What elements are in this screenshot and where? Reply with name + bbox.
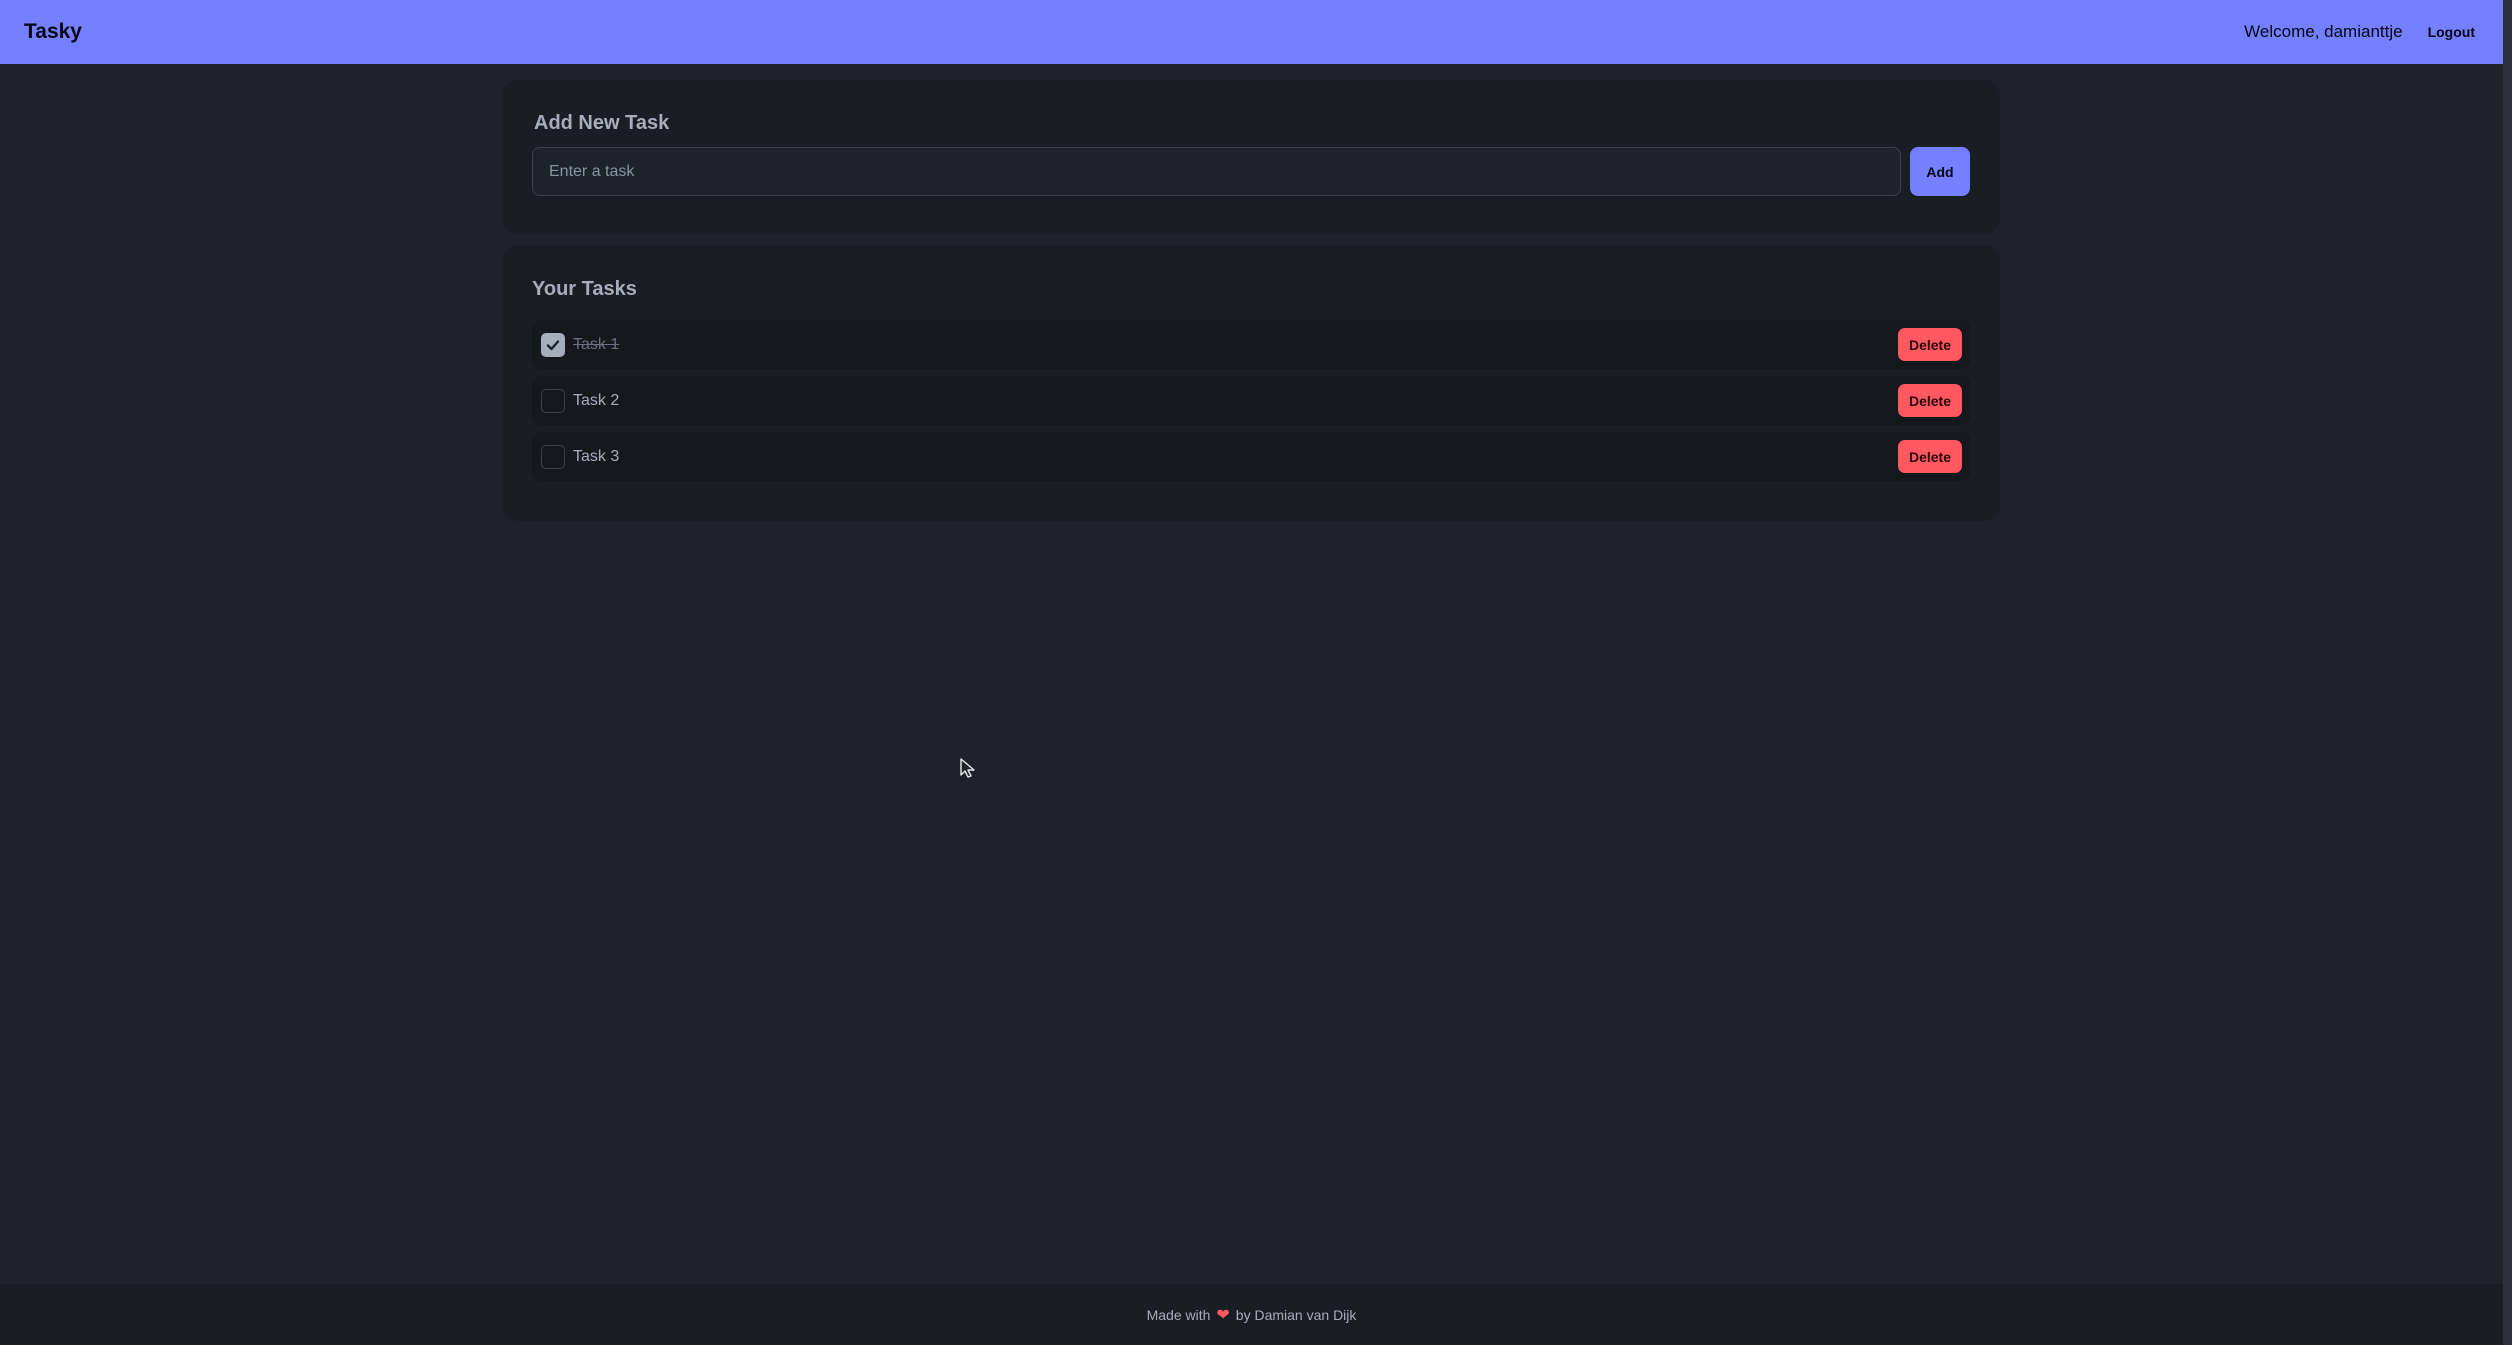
logout-button[interactable]: Logout — [2424, 18, 2479, 46]
tasks-title: Your Tasks — [532, 278, 637, 300]
add-task-card: Add New Task Add — [502, 80, 2000, 234]
task-label: Task 1 — [573, 335, 620, 353]
task-label: Task 2 — [573, 391, 620, 409]
task-checkbox[interactable] — [541, 332, 565, 357]
navbar: Tasky Welcome, damianttje Logout — [0, 0, 2503, 64]
add-button[interactable]: Add — [1910, 147, 1970, 196]
task-checkbox[interactable] — [541, 444, 565, 469]
task-row: Task 3 Delete — [532, 432, 1970, 481]
welcome-text: Welcome, damianttje — [2244, 22, 2403, 41]
delete-button[interactable]: Delete — [1897, 328, 1962, 361]
mouse-cursor-icon — [960, 758, 975, 778]
task-checkbox[interactable] — [541, 388, 565, 413]
brand-logo[interactable]: Tasky — [24, 20, 82, 44]
delete-button[interactable]: Delete — [1897, 440, 1962, 473]
delete-button[interactable]: Delete — [1897, 384, 1962, 417]
task-row: Task 1 Delete — [532, 320, 1970, 369]
nav-right: Welcome, damianttje Logout — [2244, 18, 2479, 46]
footer: Made with ❤ by Damian van Dijk — [0, 1284, 2503, 1345]
scrollbar[interactable] — [2503, 0, 2512, 1345]
task-label: Task 3 — [573, 447, 620, 465]
task-list: Task 1 Delete Task 2 Delete Task 3 Delet… — [532, 320, 1970, 488]
task-input[interactable] — [532, 147, 1901, 196]
tasks-card: Your Tasks Task 1 Delete Task 2 Delete T… — [502, 245, 2000, 521]
task-row: Task 2 Delete — [532, 376, 1970, 425]
footer-prefix: Made with — [1146, 1306, 1211, 1323]
heart-icon: ❤ — [1216, 1306, 1230, 1324]
add-task-title: Add New Task — [534, 112, 670, 134]
check-icon — [546, 339, 560, 350]
add-task-row: Add — [532, 147, 1970, 196]
footer-suffix: by Damian van Dijk — [1235, 1306, 1357, 1323]
